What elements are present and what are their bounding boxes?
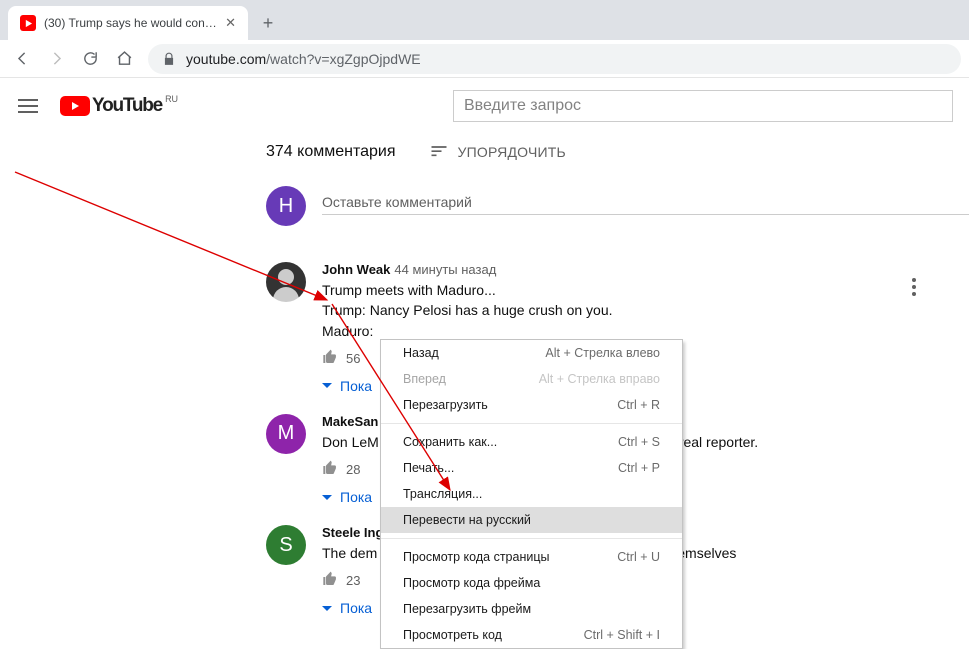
ctx-translate[interactable]: Перевести на русский <box>381 507 682 533</box>
ctx-reload-frame[interactable]: Перезагрузить фрейм <box>381 596 682 622</box>
youtube-favicon <box>20 15 36 31</box>
comment-text: Trump meets with Maduro...Trump: Nancy P… <box>322 280 926 341</box>
address-bar[interactable]: youtube.com/watch?v=xgZgpOjpdWE <box>148 44 961 74</box>
ctx-reload[interactable]: ПерезагрузитьCtrl + R <box>381 392 682 418</box>
ctx-inspect[interactable]: Просмотреть кодCtrl + Shift + I <box>381 622 682 648</box>
nav-home-button[interactable] <box>110 45 138 73</box>
youtube-logo[interactable]: YouTube RU <box>60 95 177 117</box>
sort-label: УПОРЯДОЧИТЬ <box>458 144 566 160</box>
comments-count: 374 комментария <box>266 143 396 161</box>
comment-author[interactable]: MakeSan <box>322 414 378 429</box>
chevron-down-icon <box>322 606 332 611</box>
ctx-view-source[interactable]: Просмотр кода страницыCtrl + U <box>381 544 682 570</box>
avatar[interactable]: M <box>266 414 306 454</box>
browser-tabbar: (30) Trump says he would consid ✕ + <box>0 0 969 40</box>
context-menu: НазадAlt + Стрелка влево ВпередAlt + Стр… <box>380 339 683 649</box>
ctx-view-frame-source[interactable]: Просмотр кода фрейма <box>381 570 682 596</box>
address-url: youtube.com/watch?v=xgZgpOjpdWE <box>186 51 421 67</box>
browser-toolbar: youtube.com/watch?v=xgZgpOjpdWE <box>0 40 969 78</box>
like-button[interactable] <box>322 349 338 368</box>
browser-tab[interactable]: (30) Trump says he would consid ✕ <box>8 6 248 40</box>
hamburger-button[interactable] <box>16 94 40 118</box>
add-comment-row: Н Оставьте комментарий <box>266 186 969 226</box>
sort-button[interactable]: УПОРЯДОЧИТЬ <box>428 142 566 162</box>
avatar[interactable] <box>266 262 306 302</box>
like-count: 28 <box>346 462 360 477</box>
add-comment-input[interactable]: Оставьте комментарий <box>322 186 969 215</box>
nav-forward-button <box>42 45 70 73</box>
nav-back-button[interactable] <box>8 45 36 73</box>
comment-time: 44 минуты назад <box>394 262 496 277</box>
avatar[interactable]: Н <box>266 186 306 226</box>
comment-header: John Weak 44 минуты назад <box>322 262 926 277</box>
chevron-down-icon <box>322 383 332 388</box>
nav-reload-button[interactable] <box>76 45 104 73</box>
like-count: 23 <box>346 573 360 588</box>
new-tab-button[interactable]: + <box>254 9 282 37</box>
yt-header: YouTube RU Введите запрос <box>0 78 969 134</box>
youtube-play-icon <box>60 96 90 116</box>
youtube-country-code: RU <box>165 94 178 104</box>
like-button[interactable] <box>322 460 338 479</box>
comment-author[interactable]: Steele Ing <box>322 525 383 540</box>
ctx-back[interactable]: НазадAlt + Стрелка влево <box>381 340 682 366</box>
lock-icon <box>162 52 176 66</box>
tab-title: (30) Trump says he would consid <box>44 16 217 30</box>
youtube-wordmark: YouTube <box>92 95 162 117</box>
like-count: 56 <box>346 351 360 366</box>
ctx-save-as[interactable]: Сохранить как...Ctrl + S <box>381 429 682 455</box>
ctx-cast[interactable]: Трансляция... <box>381 481 682 507</box>
avatar[interactable]: S <box>266 525 306 565</box>
like-button[interactable] <box>322 571 338 590</box>
comment-menu-button[interactable] <box>902 268 926 306</box>
chevron-down-icon <box>322 495 332 500</box>
sort-icon <box>428 142 450 162</box>
search-input[interactable]: Введите запрос <box>453 90 953 122</box>
ctx-print[interactable]: Печать...Ctrl + P <box>381 455 682 481</box>
comment-author[interactable]: John Weak <box>322 262 390 277</box>
tab-close-icon[interactable]: ✕ <box>225 15 236 31</box>
ctx-forward: ВпередAlt + Стрелка вправо <box>381 366 682 392</box>
